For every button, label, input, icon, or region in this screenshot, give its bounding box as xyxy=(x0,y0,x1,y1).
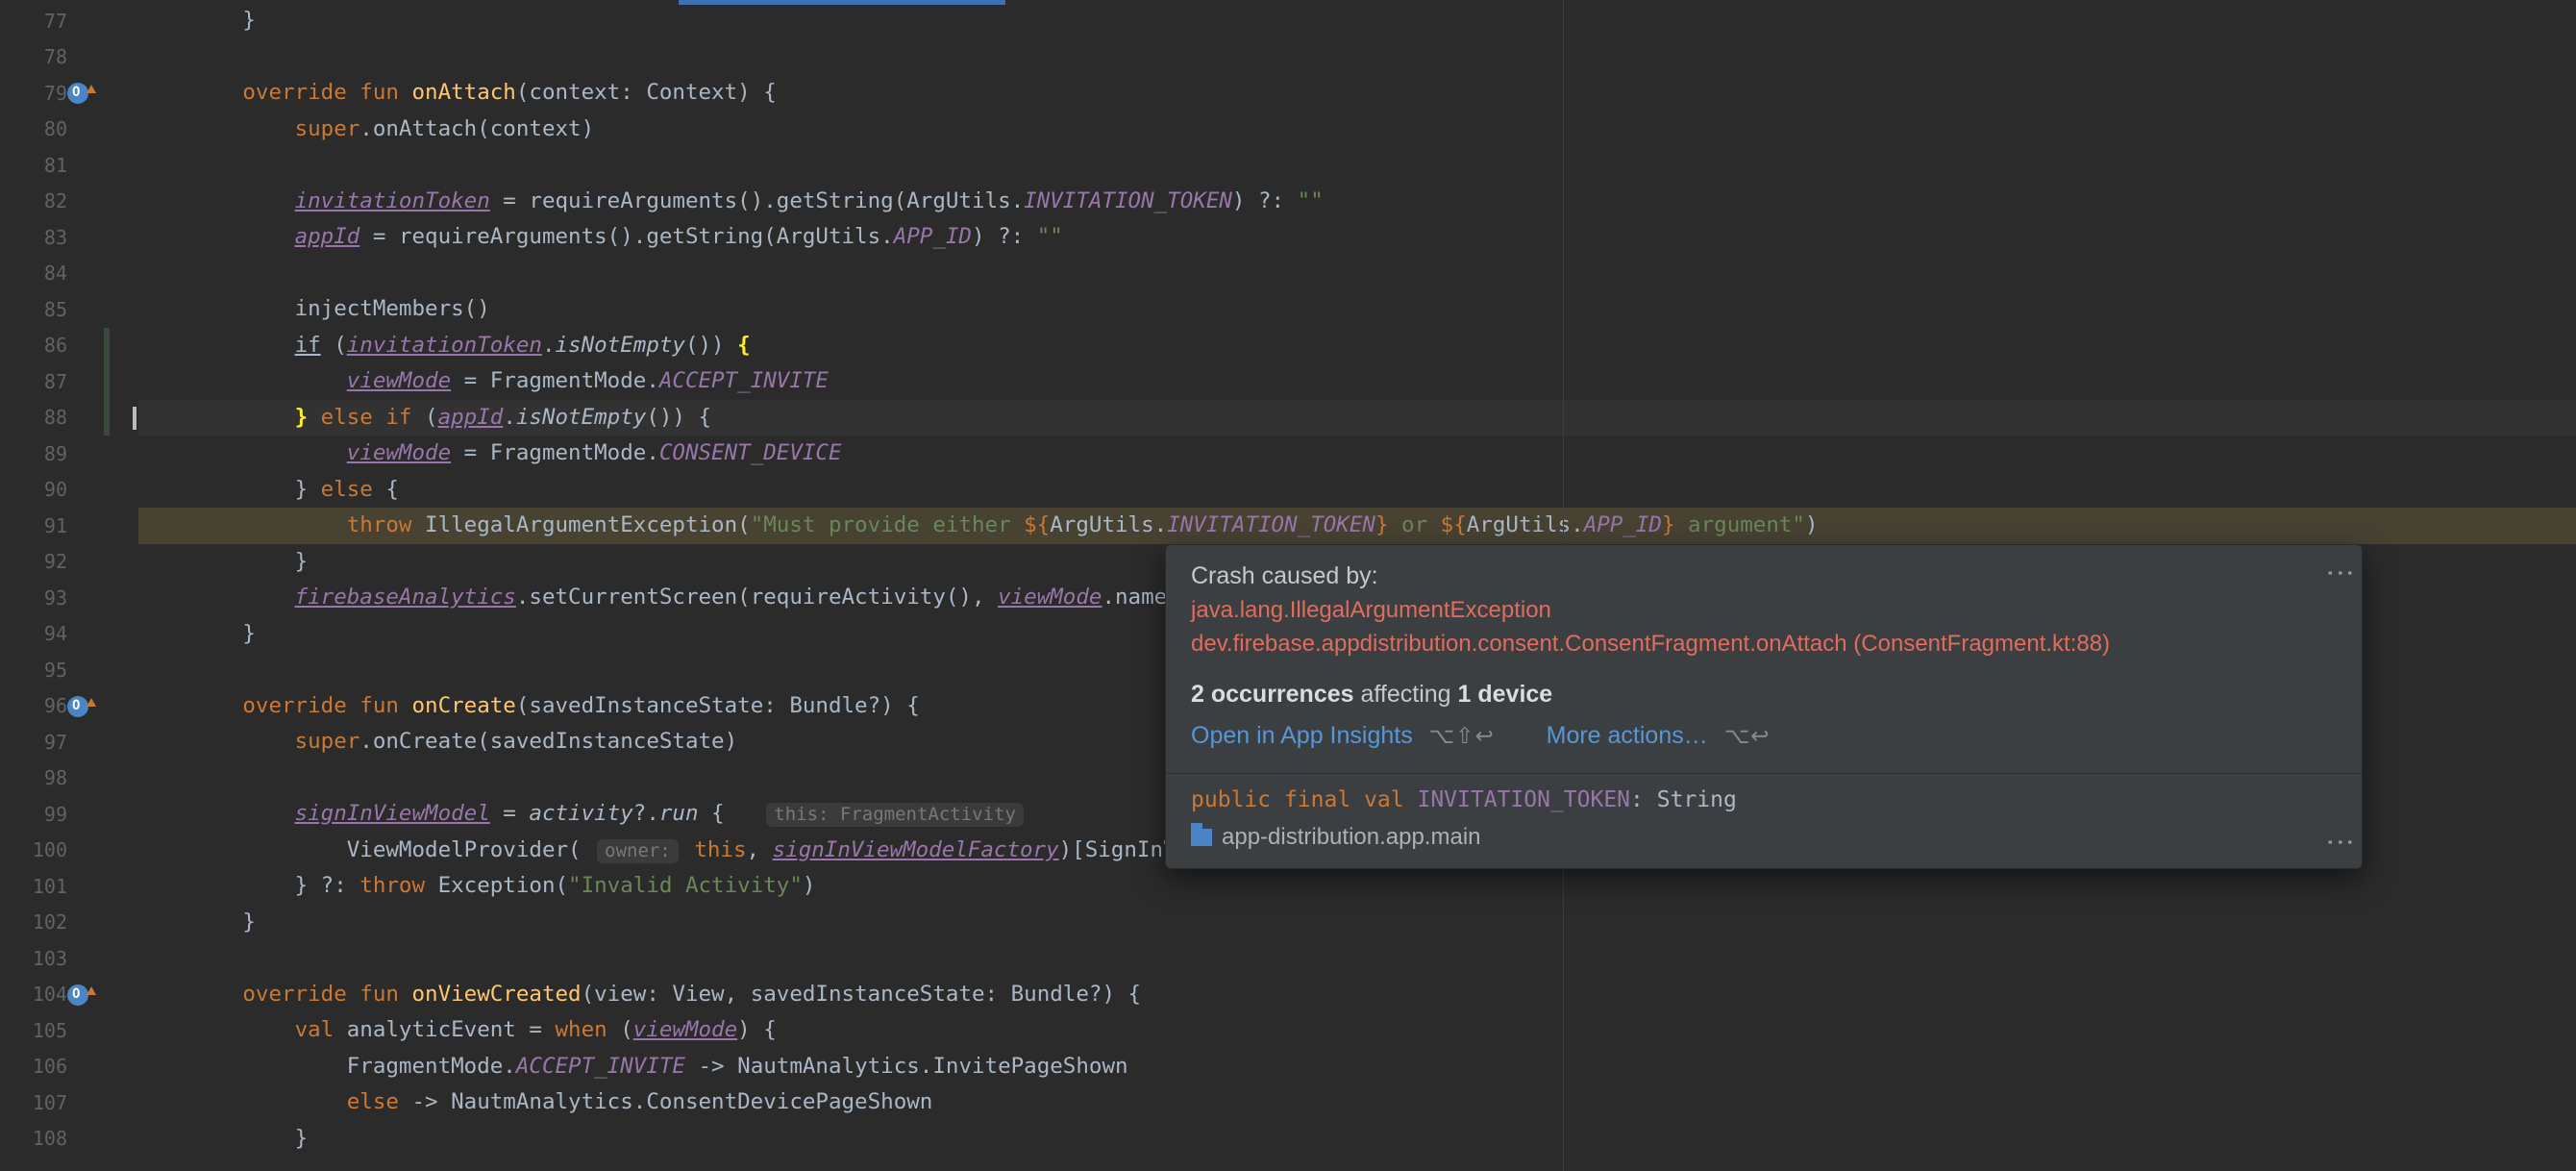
occurrences-count: 2 occurrences xyxy=(1191,681,1354,708)
line-number-gutter[interactable]: 7778798081828384858687888990919293949596… xyxy=(0,0,96,1171)
code-line[interactable] xyxy=(138,39,2576,76)
popup-menu-icon[interactable]: ⋮ xyxy=(2333,559,2346,586)
line-number[interactable]: 99 xyxy=(0,796,96,833)
code-line[interactable]: } xyxy=(138,3,2576,39)
code-line[interactable]: super.onAttach(context) xyxy=(138,112,2576,148)
code-line[interactable]: val analyticEvent = when (viewMode) { xyxy=(138,1012,2576,1049)
line-number[interactable]: 106 xyxy=(0,1049,96,1085)
code-line[interactable]: invitationToken = requireArguments().get… xyxy=(138,184,2576,220)
line-number[interactable]: 107 xyxy=(0,1084,96,1121)
line-number[interactable]: 101 xyxy=(0,868,96,905)
line-number[interactable]: 93 xyxy=(0,580,96,616)
override-marker-icon[interactable] xyxy=(67,83,88,104)
crash-exception: java.lang.IllegalArgumentException xyxy=(1191,594,2337,628)
line-number[interactable]: 78 xyxy=(0,39,96,76)
code-line[interactable]: override fun onViewCreated(view: View, s… xyxy=(138,977,2576,1013)
override-marker-icon[interactable] xyxy=(67,984,88,1006)
line-number[interactable]: 86 xyxy=(0,328,96,364)
code-line[interactable]: FragmentMode.ACCEPT_INVITE -> NautmAnaly… xyxy=(138,1049,2576,1085)
code-line[interactable]: } else if (appId.isNotEmpty()) { xyxy=(138,400,2576,436)
code-line[interactable]: if (invitationToken.isNotEmpty()) { xyxy=(138,328,2576,364)
line-number[interactable]: 81 xyxy=(0,147,96,184)
line-number[interactable]: 97 xyxy=(0,724,96,760)
code-editor[interactable]: 7778798081828384858687888990919293949596… xyxy=(0,0,2576,1171)
code-line[interactable] xyxy=(138,147,2576,184)
devices-count: 1 device xyxy=(1458,681,1553,708)
line-number[interactable]: 100 xyxy=(0,833,96,869)
open-shortcut: ⌥⇧↩ xyxy=(1429,723,1495,748)
code-line[interactable]: } else { xyxy=(138,472,2576,509)
gutter-markers xyxy=(96,0,138,1171)
line-number[interactable]: 82 xyxy=(0,184,96,220)
line-number[interactable]: 83 xyxy=(0,219,96,256)
line-number[interactable]: 88 xyxy=(0,400,96,436)
line-number[interactable]: 103 xyxy=(0,940,96,977)
line-number[interactable]: 98 xyxy=(0,760,96,797)
line-number[interactable]: 102 xyxy=(0,905,96,941)
code-line[interactable]: else -> NautmAnalytics.ConsentDevicePage… xyxy=(138,1084,2576,1121)
line-number[interactable]: 87 xyxy=(0,363,96,400)
module-name: app-distribution.app.main xyxy=(1222,824,1481,851)
line-number[interactable]: 91 xyxy=(0,508,96,544)
popup-title: Crash caused by: xyxy=(1191,562,2337,590)
open-app-insights-link[interactable]: Open in App Insights xyxy=(1191,722,1413,749)
line-number[interactable]: 94 xyxy=(0,616,96,653)
code-line[interactable]: injectMembers() xyxy=(138,291,2576,328)
line-number[interactable]: 92 xyxy=(0,544,96,581)
code-line[interactable]: override fun onAttach(context: Context) … xyxy=(138,75,2576,112)
line-number[interactable]: 105 xyxy=(0,1012,96,1049)
crash-stats: 2 occurrences affecting 1 device xyxy=(1191,681,2337,709)
line-number[interactable]: 80 xyxy=(0,112,96,148)
code-line[interactable]: } xyxy=(138,1121,2576,1158)
code-line[interactable]: viewMode = FragmentMode.CONSENT_DEVICE xyxy=(138,436,2576,472)
more-actions-link[interactable]: More actions… xyxy=(1547,722,1708,749)
line-number[interactable]: 77 xyxy=(0,3,96,39)
inline-hint: owner: xyxy=(597,839,679,863)
more-shortcut: ⌥↩ xyxy=(1724,723,1771,748)
line-number[interactable]: 85 xyxy=(0,291,96,328)
crash-location: dev.firebase.appdistribution.consent.Con… xyxy=(1191,628,2337,661)
module-menu-icon[interactable]: ⋮ xyxy=(2333,828,2346,855)
line-number[interactable]: 84 xyxy=(0,256,96,292)
module-icon xyxy=(1191,829,1212,846)
crash-insight-popup: ⋮ Crash caused by: java.lang.IllegalArgu… xyxy=(1165,544,2363,869)
code-line[interactable]: } xyxy=(138,905,2576,941)
line-number[interactable]: 108 xyxy=(0,1121,96,1158)
code-line[interactable]: appId = requireArguments().getString(Arg… xyxy=(138,219,2576,256)
code-line[interactable] xyxy=(138,940,2576,977)
code-line[interactable]: viewMode = FragmentMode.ACCEPT_INVITE xyxy=(138,363,2576,400)
line-number[interactable]: 90 xyxy=(0,472,96,509)
line-number[interactable]: 95 xyxy=(0,652,96,688)
code-line[interactable] xyxy=(138,256,2576,292)
inline-hint: this: FragmentActivity xyxy=(766,803,1024,827)
line-number[interactable]: 89 xyxy=(0,436,96,472)
override-marker-icon[interactable] xyxy=(67,696,88,717)
code-line[interactable]: } ?: throw Exception("Invalid Activity") xyxy=(138,868,2576,905)
code-line[interactable]: throw IllegalArgumentException("Must pro… xyxy=(138,508,2576,544)
declaration-preview: public final val INVITATION_TOKEN: Strin… xyxy=(1166,774,2362,816)
